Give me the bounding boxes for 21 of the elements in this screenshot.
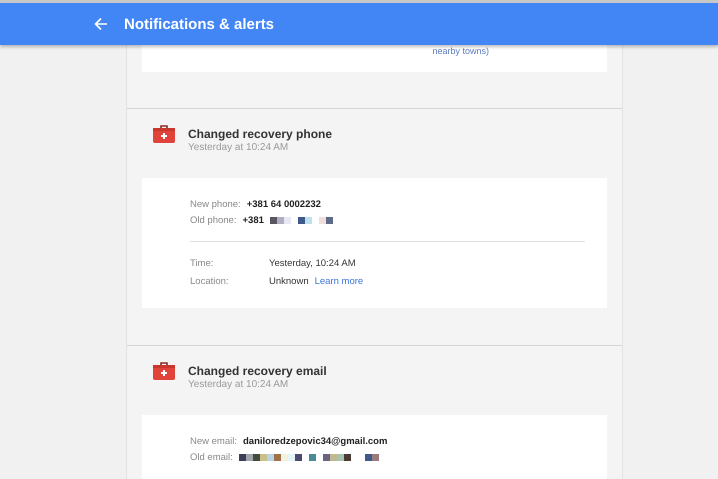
location-note: nearby towns) <box>432 45 489 58</box>
first-aid-kit-icon <box>153 124 175 143</box>
back-arrow-icon[interactable] <box>94 17 108 31</box>
first-aid-kit-icon <box>153 361 175 380</box>
field-label: Old phone: <box>190 214 236 226</box>
field-label: New phone: <box>190 198 241 210</box>
field-label: Time: <box>190 258 214 268</box>
field-value: +381 64 0002232 <box>246 198 321 210</box>
event-title: Changed recovery phone <box>188 127 332 141</box>
field-value: +381 <box>242 214 264 226</box>
page-title: Notifications & alerts <box>124 16 274 32</box>
event-time: Yesterday at 10:24 AM <box>188 379 290 390</box>
field-label: Location: <box>190 276 230 286</box>
field-label: New email: <box>190 436 237 446</box>
field-value: Yesterday, 10:24 AM <box>269 258 356 268</box>
field-value: Unknown <box>269 276 309 286</box>
event-title: Changed recovery email <box>188 364 327 378</box>
field-value: daniloredzepovic34@gmail.com <box>243 436 388 446</box>
event-time: Yesterday at 10:24 AM <box>188 142 290 153</box>
field-label: Old email: <box>190 452 233 462</box>
learn-more-link[interactable]: Learn more <box>314 276 364 286</box>
